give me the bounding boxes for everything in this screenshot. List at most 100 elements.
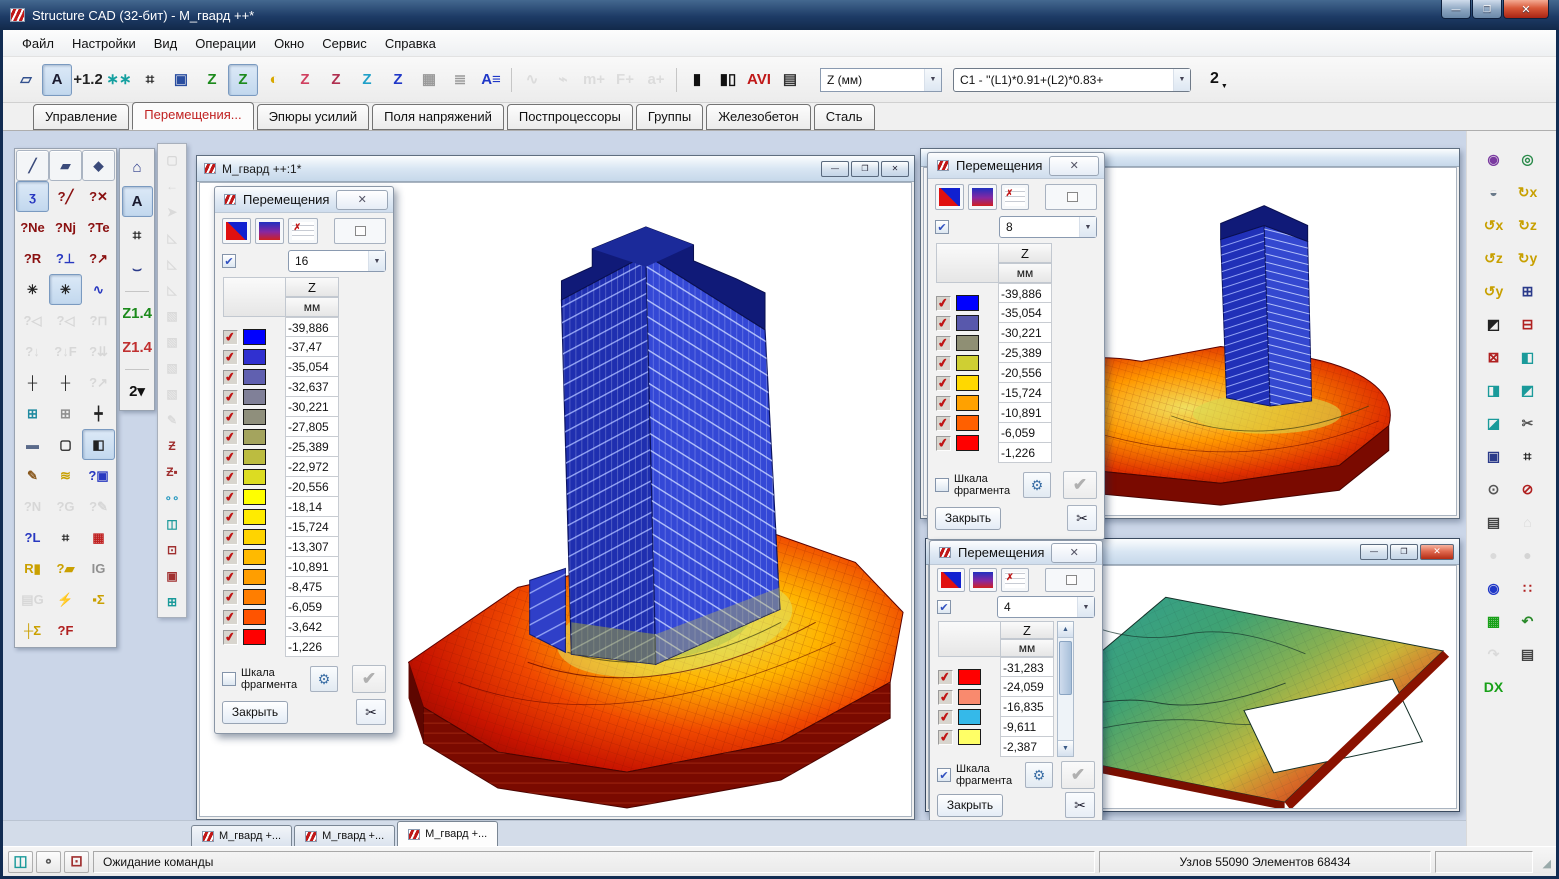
brush-gray-icon[interactable]: ✎ [160, 407, 185, 432]
cube-cyan-1-icon[interactable]: ◧ [1512, 341, 1544, 372]
clip-sphere-icon[interactable]: ◐ [259, 64, 289, 96]
level-checkbox[interactable]: ✔ [938, 730, 953, 745]
load-down-gray-icon[interactable]: ?↓ [16, 336, 49, 367]
calc-lightning-icon[interactable]: Z [197, 64, 227, 96]
plate-gray-icon[interactable]: ?◁ [49, 305, 82, 336]
rotate-y-back-icon[interactable]: ↺y [1478, 275, 1510, 306]
disp-gray-icon[interactable]: ?⇊ [82, 336, 115, 367]
transfer-info-icon[interactable]: ?↗ [82, 243, 115, 274]
cube-gray-3-icon[interactable]: ▧ [160, 355, 185, 380]
ribbon-tab[interactable]: Перемещения... [132, 102, 253, 130]
level-checkbox[interactable]: ✔ [223, 330, 238, 345]
layers-red-icon[interactable]: ▣ [160, 563, 185, 588]
r-yellow-icon[interactable]: R▮ [16, 553, 49, 584]
scrollbar-thumb[interactable] [1059, 641, 1072, 695]
page-number-select[interactable]: 2 ▼ [1210, 70, 1228, 90]
grid-teal-icon[interactable]: ⊞ [160, 589, 185, 614]
gear-icon[interactable]: ⚙ [1023, 472, 1051, 498]
mode-shape-gray-icon[interactable]: ⌁ [548, 64, 578, 96]
level-checkbox[interactable]: ✔ [223, 450, 238, 465]
level-checkbox[interactable]: ✔ [223, 630, 238, 645]
display-options-icon[interactable]: A [122, 186, 153, 217]
level-checkbox[interactable]: ✔ [223, 610, 238, 625]
levels-count-select[interactable]: 4 ▼ [997, 596, 1095, 618]
expertise-green-icon[interactable]: Z1.4 [122, 298, 153, 329]
orbit-ring-icon[interactable]: ◎ [1512, 143, 1544, 174]
ribbon-tab[interactable]: Эпюры усилий [257, 104, 370, 130]
close-palette-button[interactable]: Закрыть [935, 507, 1001, 530]
resize-grip[interactable]: ◢ [1537, 854, 1551, 870]
m-post-gray-icon[interactable]: m+ [579, 64, 609, 96]
paint-brush-icon[interactable]: ✎ [16, 460, 49, 491]
apply-check-icon[interactable]: ✔ [1061, 761, 1095, 789]
z-fragment-icon[interactable]: Ƶ [160, 433, 185, 458]
n-gray-icon[interactable]: ?N [16, 491, 49, 522]
menu-item[interactable]: Операции [186, 33, 265, 54]
level-checkbox[interactable]: ✔ [223, 510, 238, 525]
window-layout-icon[interactable]: ▣ [166, 64, 196, 96]
plate-teal-icon[interactable]: ◫ [160, 511, 185, 536]
axis-node-selected-icon[interactable]: ✳ [49, 274, 82, 305]
level-checkbox[interactable]: ✔ [936, 416, 951, 431]
level-checkbox[interactable]: ✔ [938, 690, 953, 705]
map-cyan-icon[interactable]: Z [352, 64, 382, 96]
te-info-icon[interactable]: ?Te [82, 212, 115, 243]
maximize-button[interactable]: ❐ [1472, 0, 1502, 19]
cube-left-red-icon[interactable]: ⊠ [1478, 341, 1510, 372]
load-case-select[interactable]: C1 - ''(L1)*0.91+(L2)*0.83+ ▼ [953, 68, 1191, 92]
aframe-gray-3-icon[interactable]: ◺ [160, 277, 185, 302]
level-checkbox[interactable]: ✔ [223, 490, 238, 505]
axes-cube-icon[interactable]: ⊞ [1512, 275, 1544, 306]
chain-nodes-icon[interactable]: ∿ [82, 274, 115, 305]
document-tab[interactable]: М_гвард +... [294, 825, 395, 846]
level-checkbox[interactable]: ✔ [223, 430, 238, 445]
menu-item[interactable]: Файл [13, 33, 63, 54]
layers-gray-icon[interactable]: ≣ [445, 64, 475, 96]
map-isofields-icon-2[interactable]: Z [321, 64, 351, 96]
fragment-plate-icon[interactable]: ◫ [8, 851, 33, 873]
fragment-scale-checkbox[interactable] [935, 478, 949, 492]
level-checkbox[interactable]: ✔ [936, 296, 951, 311]
minimize-icon[interactable]: — [1360, 544, 1388, 560]
node-number-icon[interactable]: ⊡ [160, 537, 185, 562]
nj-info-icon[interactable]: ?Nj [49, 212, 82, 243]
lightning-gray-icon[interactable]: ⚡ [49, 584, 82, 615]
axis-node-icon[interactable]: ✳ [16, 274, 49, 305]
node-grid-icon[interactable]: ∗∗ [104, 64, 134, 96]
sum-yellow-icon[interactable]: ┼Σ [16, 615, 49, 646]
cube-front-red-icon[interactable]: ⊟ [1512, 308, 1544, 339]
level-checkbox[interactable]: ✔ [936, 336, 951, 351]
pen-gray-icon[interactable]: ?✎ [82, 491, 115, 522]
menu-item[interactable]: Настройки [63, 33, 145, 54]
color-blocks-icon[interactable] [334, 218, 386, 244]
ribbon-tab[interactable]: Железобетон [706, 104, 811, 130]
ribbon-tab[interactable]: Группы [636, 104, 703, 130]
restore-icon[interactable]: ❐ [1390, 544, 1418, 560]
cube-cyan-2-icon[interactable]: ◨ [1478, 374, 1510, 405]
render-bulb-icon[interactable]: ◧ [82, 429, 115, 460]
component-select[interactable]: Z (мм) ▼ [820, 68, 942, 92]
copy-fragment-icon[interactable]: ?▣ [82, 460, 115, 491]
cube-cyan-3-icon[interactable]: ◩ [1512, 374, 1544, 405]
node-pair-icon[interactable]: ∘∘ [160, 485, 185, 510]
zoom-off-icon[interactable]: ⊘ [1512, 473, 1544, 504]
bar-add-icon[interactable]: ╱ [16, 150, 49, 181]
restore-icon[interactable]: ❐ [851, 161, 879, 177]
levels-count-select[interactable]: 16 ▼ [288, 250, 386, 272]
ribbon-tab[interactable]: Постпроцессоры [507, 104, 633, 130]
display-options-icon[interactable]: A [42, 64, 72, 96]
cut-fragment-icon[interactable]: ✂ [1512, 407, 1544, 438]
cube-gray-1-icon[interactable]: ▧ [160, 303, 185, 328]
menu-item[interactable]: Справка [376, 33, 445, 54]
force-gray-icon[interactable]: ?↓F [49, 336, 82, 367]
ne-info-icon[interactable]: ?Ne [16, 212, 49, 243]
g-gray-icon[interactable]: ?G [49, 491, 82, 522]
sum-block-icon[interactable]: ▪Σ [82, 584, 115, 615]
show-scale-checkbox[interactable]: ✔ [935, 220, 949, 234]
screen-gray-icon[interactable]: ▢ [160, 147, 185, 172]
fragment-scale-checkbox[interactable]: ✔ [937, 768, 951, 782]
z-fragment-2-icon[interactable]: Ƶ▪ [160, 459, 185, 484]
save-report-icon[interactable]: ▤ [775, 64, 805, 96]
grid-red-icon[interactable]: ▦ [82, 522, 115, 553]
two-color-display-icon[interactable] [937, 568, 965, 592]
